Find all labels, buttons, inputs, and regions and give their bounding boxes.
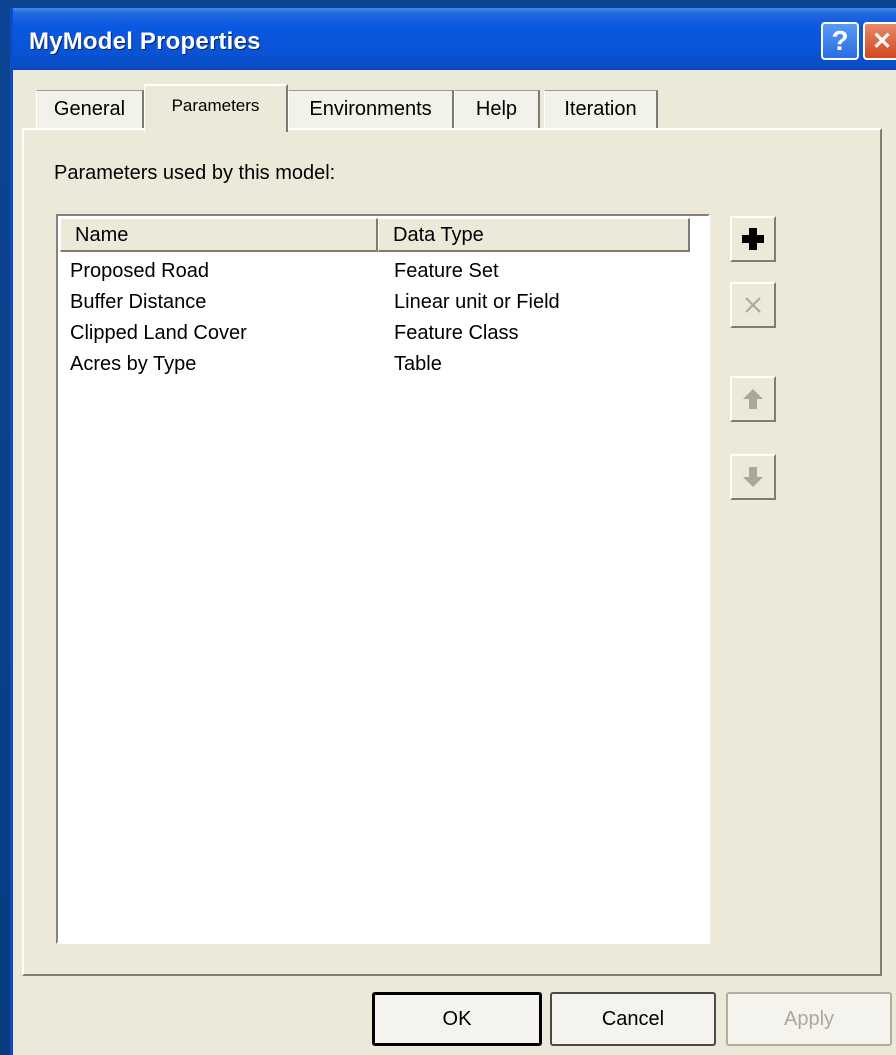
tab-environments[interactable]: Environments xyxy=(288,90,454,128)
tab-parameters[interactable]: Parameters xyxy=(144,84,288,132)
list-header: Name Data Type xyxy=(60,218,690,252)
tab-label: Help xyxy=(475,98,518,120)
param-type: Feature Set xyxy=(394,260,499,282)
parameters-caption: Parameters used by this model: xyxy=(54,162,336,184)
param-name: Acres by Type xyxy=(70,353,197,375)
param-type: Feature Class xyxy=(394,322,519,344)
tab-iteration[interactable]: Iteration xyxy=(544,90,658,128)
param-name: Clipped Land Cover xyxy=(70,322,247,344)
help-button[interactable]: ? xyxy=(821,22,859,60)
tab-help[interactable]: Help xyxy=(454,90,540,128)
param-type: Linear unit or Field xyxy=(394,291,560,313)
list-item[interactable]: Clipped Land Cover Feature Class xyxy=(60,322,688,352)
parameters-list[interactable]: Name Data Type Proposed Road Feature Set… xyxy=(56,214,710,944)
tab-general[interactable]: General xyxy=(36,90,144,128)
tab-label: Parameters xyxy=(171,96,260,115)
column-header-data-type[interactable]: Data Type xyxy=(378,218,690,252)
help-icon: ? xyxy=(831,25,849,56)
param-type: Table xyxy=(394,353,442,375)
param-name: Proposed Road xyxy=(70,260,209,282)
cancel-button[interactable]: Cancel xyxy=(550,992,716,1046)
title-bar[interactable]: MyModel Properties ? ✕ xyxy=(13,8,896,70)
cancel-label: Cancel xyxy=(601,1007,665,1030)
list-item[interactable]: Acres by Type Table xyxy=(60,353,688,383)
window-title: MyModel Properties xyxy=(29,28,261,55)
column-header-name[interactable]: Name xyxy=(60,218,378,252)
ok-label: OK xyxy=(442,1007,472,1030)
plus-icon xyxy=(742,228,764,250)
apply-label: Apply xyxy=(783,1007,835,1030)
param-name: Buffer Distance xyxy=(70,291,207,313)
move-up-button[interactable] xyxy=(730,376,776,422)
list-item[interactable]: Buffer Distance Linear unit or Field xyxy=(60,291,688,321)
ok-button[interactable]: OK xyxy=(372,992,542,1046)
tab-label: Environments xyxy=(309,98,432,120)
arrow-up-icon xyxy=(743,389,763,409)
tab-label: Iteration xyxy=(564,98,637,120)
tab-label: General xyxy=(53,98,126,120)
remove-parameter-button[interactable] xyxy=(730,282,776,328)
move-down-button[interactable] xyxy=(730,454,776,500)
x-icon xyxy=(745,297,761,313)
list-item[interactable]: Proposed Road Feature Set xyxy=(60,260,688,290)
close-button[interactable]: ✕ xyxy=(863,22,896,60)
arrow-down-icon xyxy=(743,467,763,487)
close-icon: ✕ xyxy=(871,27,893,55)
add-parameter-button[interactable] xyxy=(730,216,776,262)
apply-button[interactable]: Apply xyxy=(726,992,892,1046)
